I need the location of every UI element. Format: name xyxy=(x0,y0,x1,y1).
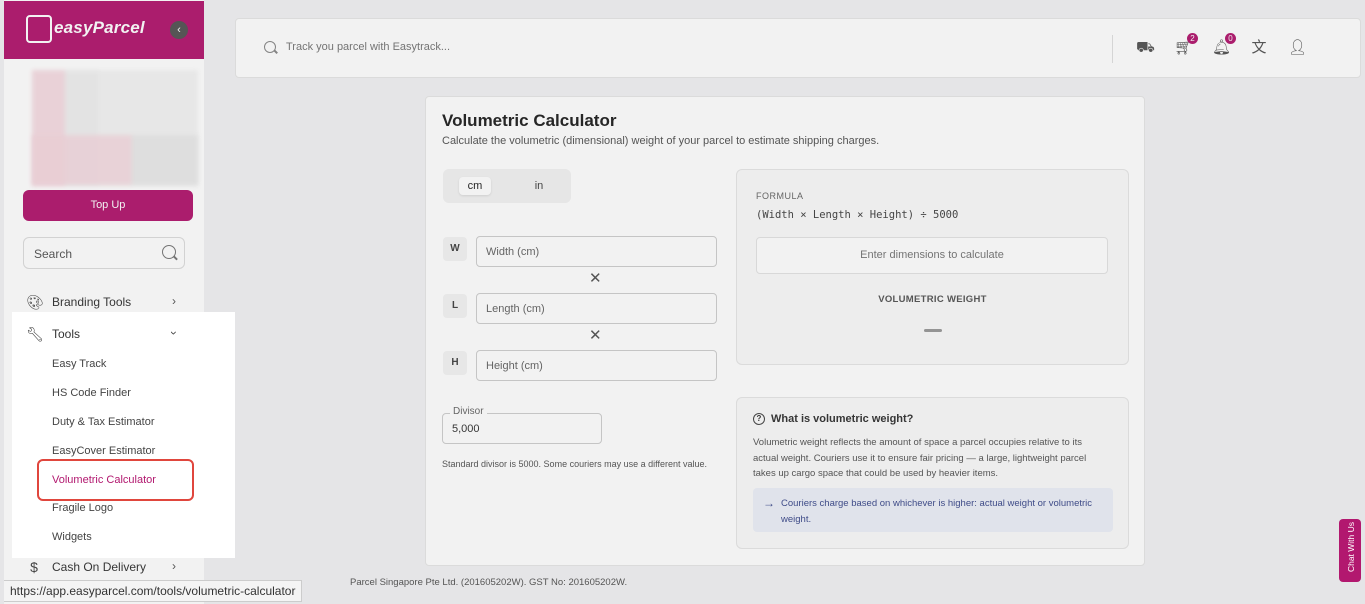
formula-panel: FORMULA (Width × Length × Height) ÷ 5000… xyxy=(736,169,1129,365)
sidebar-search-placeholder: Search xyxy=(34,247,73,261)
tools-item-widgets[interactable]: Widgets xyxy=(52,531,92,543)
info-title: ? What is volumetric weight? xyxy=(753,413,913,425)
user-icon[interactable]: 👤︎ xyxy=(1288,39,1307,57)
tools-item-easy-track[interactable]: Easy Track xyxy=(52,358,106,370)
unit-toggle: cm in xyxy=(443,169,571,203)
length-letter: L xyxy=(443,294,467,318)
sidebar-item-branding-tools[interactable]: 🎨︎ Branding Tools xyxy=(26,292,131,312)
sidebar-search-input[interactable]: Search xyxy=(23,237,185,269)
footer-text: Parcel Singapore Pte Ltd. (201605202W). … xyxy=(350,577,628,588)
divisor-input[interactable]: Divisor 5,000 xyxy=(442,406,602,444)
top-bar: Track you parcel with Easytrack... ⛟ 🛒︎ 2… xyxy=(235,18,1361,78)
sidebar-item-tools[interactable]: 🔧︎ Tools xyxy=(26,326,80,342)
cart-badge: 2 xyxy=(1187,33,1198,44)
times-icon: ✕ xyxy=(589,327,602,344)
info-note: → Couriers charge based on whichever is … xyxy=(753,488,1113,532)
palette-icon: 🎨︎ xyxy=(26,294,44,310)
logo-bar: easyParcel ‹ xyxy=(4,1,204,59)
info-note-text: Couriers charge based on whichever is hi… xyxy=(781,498,1093,525)
balance-area xyxy=(32,135,198,185)
info-text: Volumetric weight reflects the amount of… xyxy=(753,437,1087,479)
divisor-note: Standard divisor is 5000. Some couriers … xyxy=(442,459,707,469)
chevron-right-icon: › xyxy=(172,559,176,573)
arrow-right-icon: → xyxy=(763,496,775,510)
search-icon xyxy=(162,245,176,259)
sidebar-item-label: Tools xyxy=(52,327,81,341)
notification-badge: 0 xyxy=(1225,33,1236,44)
width-letter: W xyxy=(443,237,467,261)
track-search-placeholder: Track you parcel with Easytrack... xyxy=(286,41,451,53)
status-url: https://app.easyparcel.com/tools/volumet… xyxy=(4,580,303,602)
bell-icon[interactable]: 🔔︎ 0 xyxy=(1212,33,1236,57)
brand-logo[interactable]: easyParcel xyxy=(54,18,145,38)
collapse-sidebar-button[interactable]: ‹ xyxy=(170,21,188,39)
tools-item-easycover-estimator[interactable]: EasyCover Estimator xyxy=(52,445,155,457)
volumetric-weight-label: VOLUMETRIC WEIGHT xyxy=(878,294,987,305)
tools-menu: 🔧︎ Tools › Easy Track HS Code Finder Dut… xyxy=(12,312,235,558)
chevron-right-icon: › xyxy=(172,294,176,308)
formula-expression: (Width × Length × Height) ÷ 5000 xyxy=(756,209,959,221)
formula-label: FORMULA xyxy=(756,191,804,201)
highlight-box xyxy=(37,459,194,501)
width-input[interactable]: Width (cm) xyxy=(476,236,717,267)
tools-item-duty-tax-estimator[interactable]: Duty & Tax Estimator xyxy=(52,416,155,428)
calculator-card: Volumetric Calculator Calculate the volu… xyxy=(425,96,1145,566)
height-letter: H xyxy=(443,351,467,375)
result-placeholder: Enter dimensions to calculate xyxy=(756,237,1108,274)
page-title: Volumetric Calculator xyxy=(442,111,617,130)
chevron-down-icon[interactable]: › xyxy=(167,331,181,335)
tools-item-hs-code-finder[interactable]: HS Code Finder xyxy=(52,387,131,399)
question-icon: ? xyxy=(753,413,765,425)
chat-with-us-button[interactable]: Chat With Us xyxy=(1339,519,1361,582)
result-dash xyxy=(924,329,942,332)
track-search-input[interactable]: Track you parcel with Easytrack... xyxy=(264,41,450,53)
length-input[interactable]: Length (cm) xyxy=(476,293,717,324)
times-icon: ✕ xyxy=(589,270,602,287)
divisor-label: Divisor xyxy=(450,406,487,417)
unit-option-cm[interactable]: cm xyxy=(459,177,491,195)
wrench-icon: 🔧︎ xyxy=(26,326,44,342)
sidebar-item-label: Cash On Delivery xyxy=(52,560,147,574)
cart-icon[interactable]: 🛒︎ 2 xyxy=(1174,33,1198,57)
page-subtitle: Calculate the volumetric (dimensional) w… xyxy=(442,135,880,147)
unit-option-in[interactable]: in xyxy=(523,177,555,195)
search-icon xyxy=(264,41,276,53)
divider xyxy=(1112,35,1113,63)
info-panel: ? What is volumetric weight? Volumetric … xyxy=(736,397,1129,549)
tools-item-fragile-logo[interactable]: Fragile Logo xyxy=(52,502,113,514)
sidebar-item-cash-on-delivery[interactable]: $ Cash On Delivery xyxy=(26,557,146,577)
top-up-button[interactable]: Top Up xyxy=(23,190,193,221)
parcel-logo-icon xyxy=(26,15,52,43)
truck-icon[interactable]: ⛟ xyxy=(1136,39,1155,57)
info-title-text: What is volumetric weight? xyxy=(771,413,914,425)
chat-label: Chat With Us xyxy=(1346,521,1356,573)
height-input[interactable]: Height (cm) xyxy=(476,350,717,381)
dollar-icon: $ xyxy=(30,559,38,575)
sidebar-item-label: Branding Tools xyxy=(52,295,132,309)
translate-icon[interactable]: 文 xyxy=(1250,39,1268,57)
divisor-value: 5,000 xyxy=(452,423,480,435)
